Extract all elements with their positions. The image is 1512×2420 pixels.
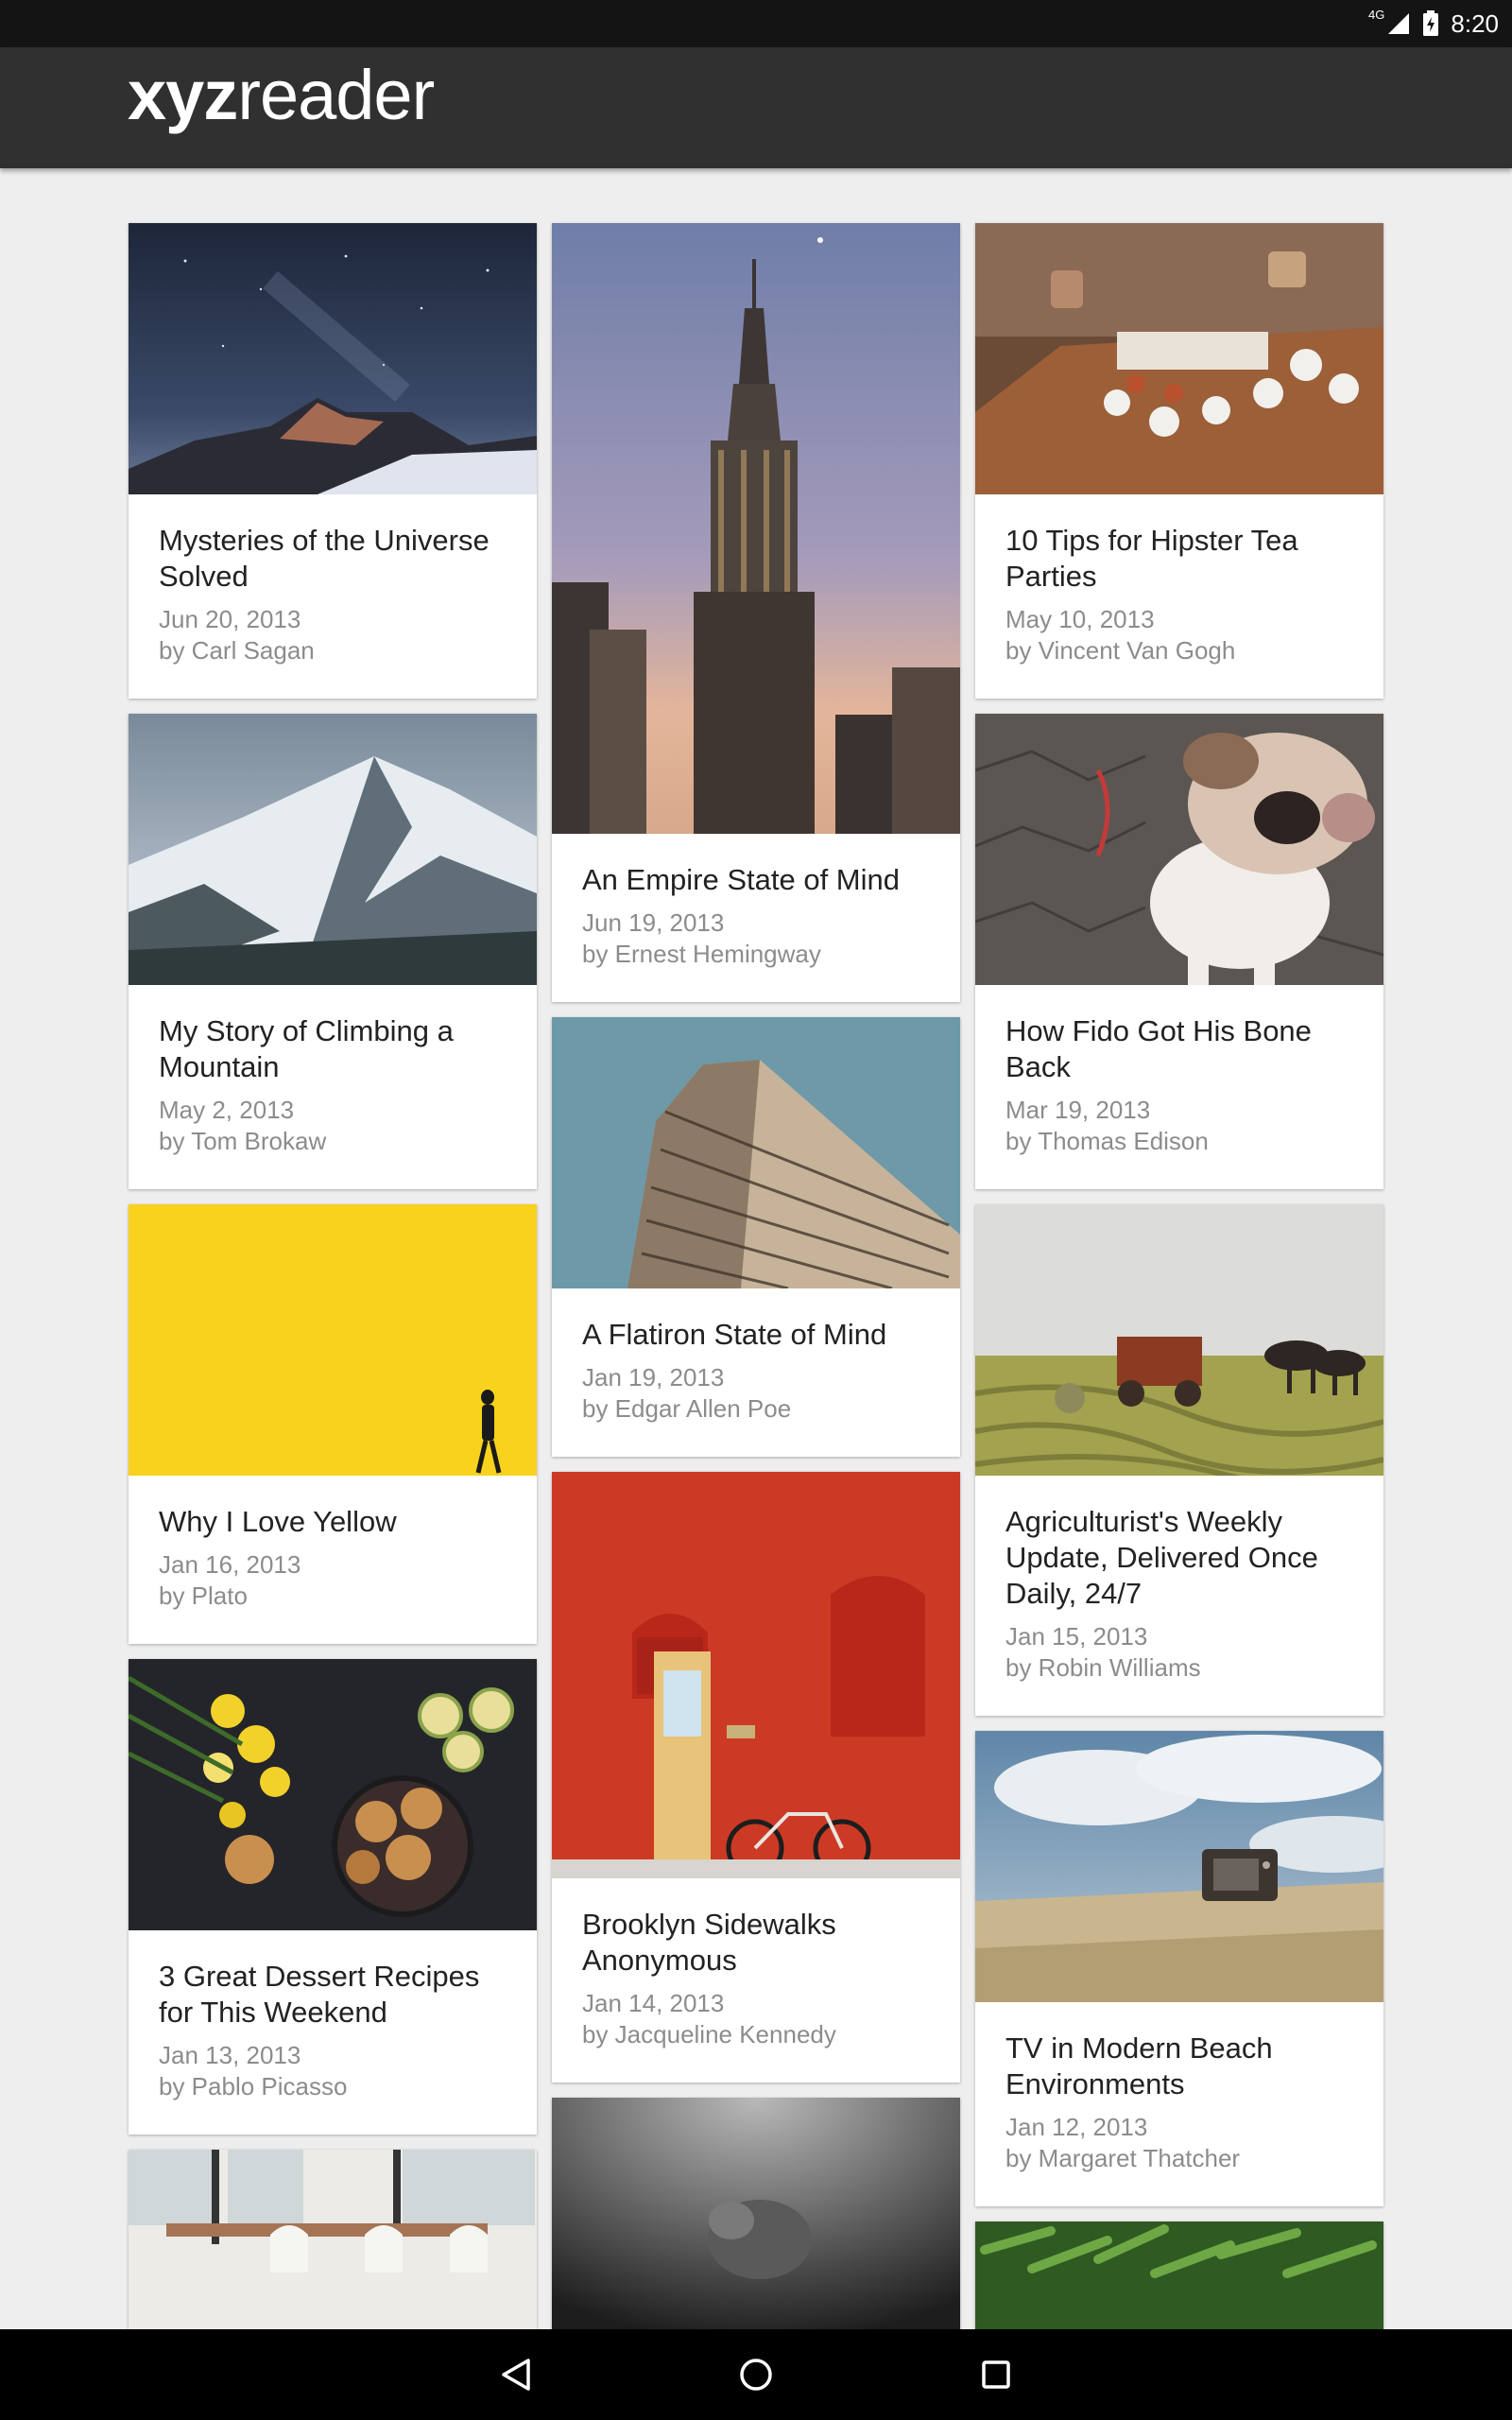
clock: 8:20: [1451, 9, 1499, 38]
article-author: by Pablo Picasso: [159, 2072, 348, 2100]
home-icon: [740, 2359, 772, 2391]
article-title: 3 Great Dessert Recipes for This Weekend: [159, 1960, 480, 2029]
article-author: by Margaret Thatcher: [1005, 2144, 1241, 2172]
navigation-bar: [0, 2329, 1512, 2420]
article-thumbnail: [552, 1472, 960, 1878]
article-author: by Plato: [159, 1582, 248, 1610]
article-thumbnail: [129, 1659, 537, 1930]
article-title: Why I Love Yellow: [159, 1505, 397, 1538]
article-card[interactable]: [975, 2221, 1383, 2329]
article-title: TV in Modern Beach Environments: [1005, 2031, 1273, 2100]
recents-button[interactable]: [971, 2350, 1021, 2399]
logo-text: reader: [237, 56, 435, 134]
card-body: An Empire State of Mind Jun 19, 2013 by …: [552, 834, 960, 1002]
article-card[interactable]: An Empire State of Mind Jun 19, 2013 by …: [552, 223, 960, 1002]
article-card[interactable]: 10 Tips for Hipster Tea Parties May 10, …: [975, 223, 1383, 699]
article-grid[interactable]: Mysteries of the Universe Solved Jun 20,…: [0, 168, 1512, 2329]
article-date: May 2, 2013: [159, 1096, 295, 1124]
article-thumbnail: [975, 714, 1383, 985]
article-thumbnail: [552, 223, 960, 834]
home-button[interactable]: [731, 2350, 781, 2399]
back-button[interactable]: [491, 2350, 541, 2399]
article-date: Jan 13, 2013: [159, 2041, 301, 2069]
card-body: A Flatiron State of Mind Jan 19, 2013 by…: [552, 1288, 960, 1457]
grid-column-2: An Empire State of Mind Jun 19, 2013 by …: [552, 223, 960, 2329]
article-date: May 10, 2013: [1005, 605, 1155, 633]
article-title: Mysteries of the Universe Solved: [159, 524, 490, 593]
article-title: Brooklyn Sidewalks Anonymous: [582, 1908, 836, 1977]
article-card[interactable]: TV in Modern Beach Environments Jan 12, …: [975, 1731, 1383, 2206]
article-card[interactable]: Mysteries of the Universe Solved Jun 20,…: [129, 223, 537, 699]
article-date: Jan 16, 2013: [159, 1550, 301, 1579]
card-body: Mysteries of the Universe Solved Jun 20,…: [129, 494, 537, 699]
status-icons: 4G 8:20: [1368, 0, 1499, 47]
grid-column-3: 10 Tips for Hipster Tea Parties May 10, …: [975, 223, 1383, 2329]
article-date: Jan 15, 2013: [1005, 1622, 1148, 1651]
article-thumbnail: [975, 1731, 1383, 2002]
article-author: by Vincent Van Gogh: [1005, 636, 1236, 665]
card-body: How Fido Got His Bone Back Mar 19, 2013 …: [975, 985, 1383, 1189]
card-body: Why I Love Yellow Jan 16, 2013 by Plato: [129, 1476, 537, 1644]
article-thumbnail: [975, 2221, 1383, 2329]
app-logo[interactable]: xyzreader: [128, 60, 435, 130]
article-card[interactable]: A Flatiron State of Mind Jan 19, 2013 by…: [552, 1017, 960, 1457]
article-card[interactable]: How Fido Got His Bone Back Mar 19, 2013 …: [975, 714, 1383, 1189]
article-card[interactable]: [552, 2098, 960, 2329]
article-thumbnail: [129, 1204, 537, 1476]
article-title: Agriculturist's Weekly Update, Delivered…: [1005, 1505, 1318, 1610]
article-title: 10 Tips for Hipster Tea Parties: [1005, 524, 1298, 593]
article-author: by Tom Brokaw: [159, 1127, 327, 1155]
article-thumbnail: [129, 714, 537, 985]
card-body: Agriculturist's Weekly Update, Delivered…: [975, 1476, 1383, 1716]
article-author: by Edgar Allen Poe: [582, 1394, 792, 1423]
article-date: Jan 12, 2013: [1005, 2113, 1148, 2141]
article-card[interactable]: 3 Great Dessert Recipes for This Weekend…: [129, 1659, 537, 2135]
article-thumbnail: [129, 2150, 537, 2329]
article-author: by Robin Williams: [1005, 1653, 1201, 1682]
card-body: 3 Great Dessert Recipes for This Weekend…: [129, 1930, 537, 2135]
card-body: TV in Modern Beach Environments Jan 12, …: [975, 2002, 1383, 2206]
network-type: 4G: [1368, 7, 1385, 22]
article-title: An Empire State of Mind: [582, 863, 900, 896]
battery-charging-icon: [1423, 10, 1439, 36]
app-bar: xyzreader: [0, 47, 1512, 168]
status-bar: 4G 8:20: [0, 0, 1512, 47]
article-author: by Carl Sagan: [159, 636, 315, 665]
grid-column-1: Mysteries of the Universe Solved Jun 20,…: [129, 223, 537, 2329]
article-date: Jun 19, 2013: [582, 908, 725, 937]
article-title: A Flatiron State of Mind: [582, 1318, 887, 1351]
article-date: Jan 19, 2013: [582, 1363, 725, 1392]
back-icon: [502, 2359, 530, 2391]
recents-icon: [982, 2360, 1010, 2389]
article-title: My Story of Climbing a Mountain: [159, 1014, 454, 1083]
article-thumbnail: [129, 223, 537, 494]
article-thumbnail: [975, 1204, 1383, 1476]
article-thumbnail: [552, 2098, 960, 2329]
article-date: Jun 20, 2013: [159, 605, 301, 633]
article-card[interactable]: Agriculturist's Weekly Update, Delivered…: [975, 1204, 1383, 1716]
article-thumbnail: [552, 1017, 960, 1288]
article-card[interactable]: My Story of Climbing a Mountain May 2, 2…: [129, 714, 537, 1189]
card-body: 10 Tips for Hipster Tea Parties May 10, …: [975, 494, 1383, 699]
logo-bold-text: xyz: [128, 56, 238, 134]
article-thumbnail: [975, 223, 1383, 494]
article-author: by Thomas Edison: [1005, 1127, 1209, 1155]
signal-icon: [1388, 13, 1410, 34]
card-body: Brooklyn Sidewalks Anonymous Jan 14, 201…: [552, 1878, 960, 2083]
article-author: by Jacqueline Kennedy: [582, 2020, 836, 2048]
article-author: by Ernest Hemingway: [582, 940, 821, 968]
article-date: Jan 14, 2013: [582, 1989, 725, 2017]
article-title: How Fido Got His Bone Back: [1005, 1014, 1312, 1083]
article-date: Mar 19, 2013: [1005, 1096, 1151, 1124]
card-body: My Story of Climbing a Mountain May 2, 2…: [129, 985, 537, 1189]
article-card[interactable]: Brooklyn Sidewalks Anonymous Jan 14, 201…: [552, 1472, 960, 2083]
article-card[interactable]: Why I Love Yellow Jan 16, 2013 by Plato: [129, 1204, 537, 1644]
article-card[interactable]: [129, 2150, 537, 2329]
